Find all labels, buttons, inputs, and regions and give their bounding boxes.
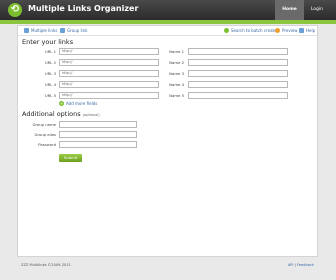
sub-toolbar: Multiple links Group link Search to batc… [18,26,317,36]
options-heading-text: Additional options [22,110,81,118]
group-name-label: Group name [32,122,56,127]
links-heading: Enter your links [22,38,74,46]
accent-bar [0,20,336,24]
add-more-fields-link[interactable]: + Add more fields [59,101,97,106]
search-batch-link[interactable]: Search to batch create [224,28,277,33]
options-heading: Additional options (optional) [22,110,100,118]
url-input[interactable]: http:// [59,70,159,77]
search-icon [224,28,229,33]
footer: ZZZ Multilinks ©2009-2011 API | Feedback [17,261,318,271]
submit-button[interactable]: Submit [59,154,82,162]
url-label: URL 2 [44,60,56,65]
footer-copyright: ZZZ Multilinks ©2009-2011 [21,263,71,267]
options-heading-note: (optional) [82,113,100,117]
url-label: URL 4 [44,82,56,87]
refresh-logo-icon: ⟲ [8,3,22,17]
help-icon [299,28,304,33]
tab-label: Preview [282,28,298,33]
url-label: URL 5 [44,93,56,98]
name-input[interactable] [188,81,288,88]
group-alias-input[interactable] [59,131,137,138]
tab-label: Search to batch create [231,28,277,33]
links-icon [24,28,29,33]
url-label: URL 3 [44,71,56,76]
name-label: Name 3 [169,71,184,76]
name-label: Name 1 [169,49,184,54]
url-input[interactable]: http:// [59,59,159,66]
name-input[interactable] [188,59,288,66]
name-input[interactable] [188,92,288,99]
password-label: Password [38,142,56,147]
tab-label: Help [306,28,316,33]
tab-multiple-links[interactable]: Multiple links [24,28,57,33]
url-input[interactable]: http:// [59,48,159,55]
tab-label: Group link [67,28,88,33]
top-nav: Home Login [275,0,330,20]
name-label: Name 2 [169,60,184,65]
password-input[interactable] [59,141,137,148]
url-label: URL 1 [44,49,56,54]
top-header: ⟲ Multiple Links Organizer Home Login [0,0,336,20]
app-title: Multiple Links Organizer [28,4,139,13]
name-input[interactable] [188,70,288,77]
help-link[interactable]: Help [299,28,315,33]
url-input[interactable]: http:// [59,81,159,88]
main-panel: Multiple links Group link Search to batc… [17,25,318,257]
tab-group-link[interactable]: Group link [60,28,88,33]
name-label: Name 5 [169,93,184,98]
footer-feedback-link[interactable]: Feedback [297,263,314,267]
group-icon [60,28,65,33]
tab-label: Multiple links [31,28,58,33]
preview-link[interactable]: Preview [275,28,298,33]
footer-api-link[interactable]: API [288,263,294,267]
group-name-input[interactable] [59,121,137,128]
preview-icon [275,28,280,33]
name-label: Name 4 [169,82,184,87]
footer-links: API | Feedback [287,263,314,267]
nav-home[interactable]: Home [275,0,304,20]
group-alias-label: Group alias [34,132,56,137]
plus-icon: + [59,101,64,106]
nav-login[interactable]: Login [304,0,330,20]
add-more-label: Add more fields [66,101,98,106]
url-input[interactable]: http:// [59,92,159,99]
name-input[interactable] [188,48,288,55]
